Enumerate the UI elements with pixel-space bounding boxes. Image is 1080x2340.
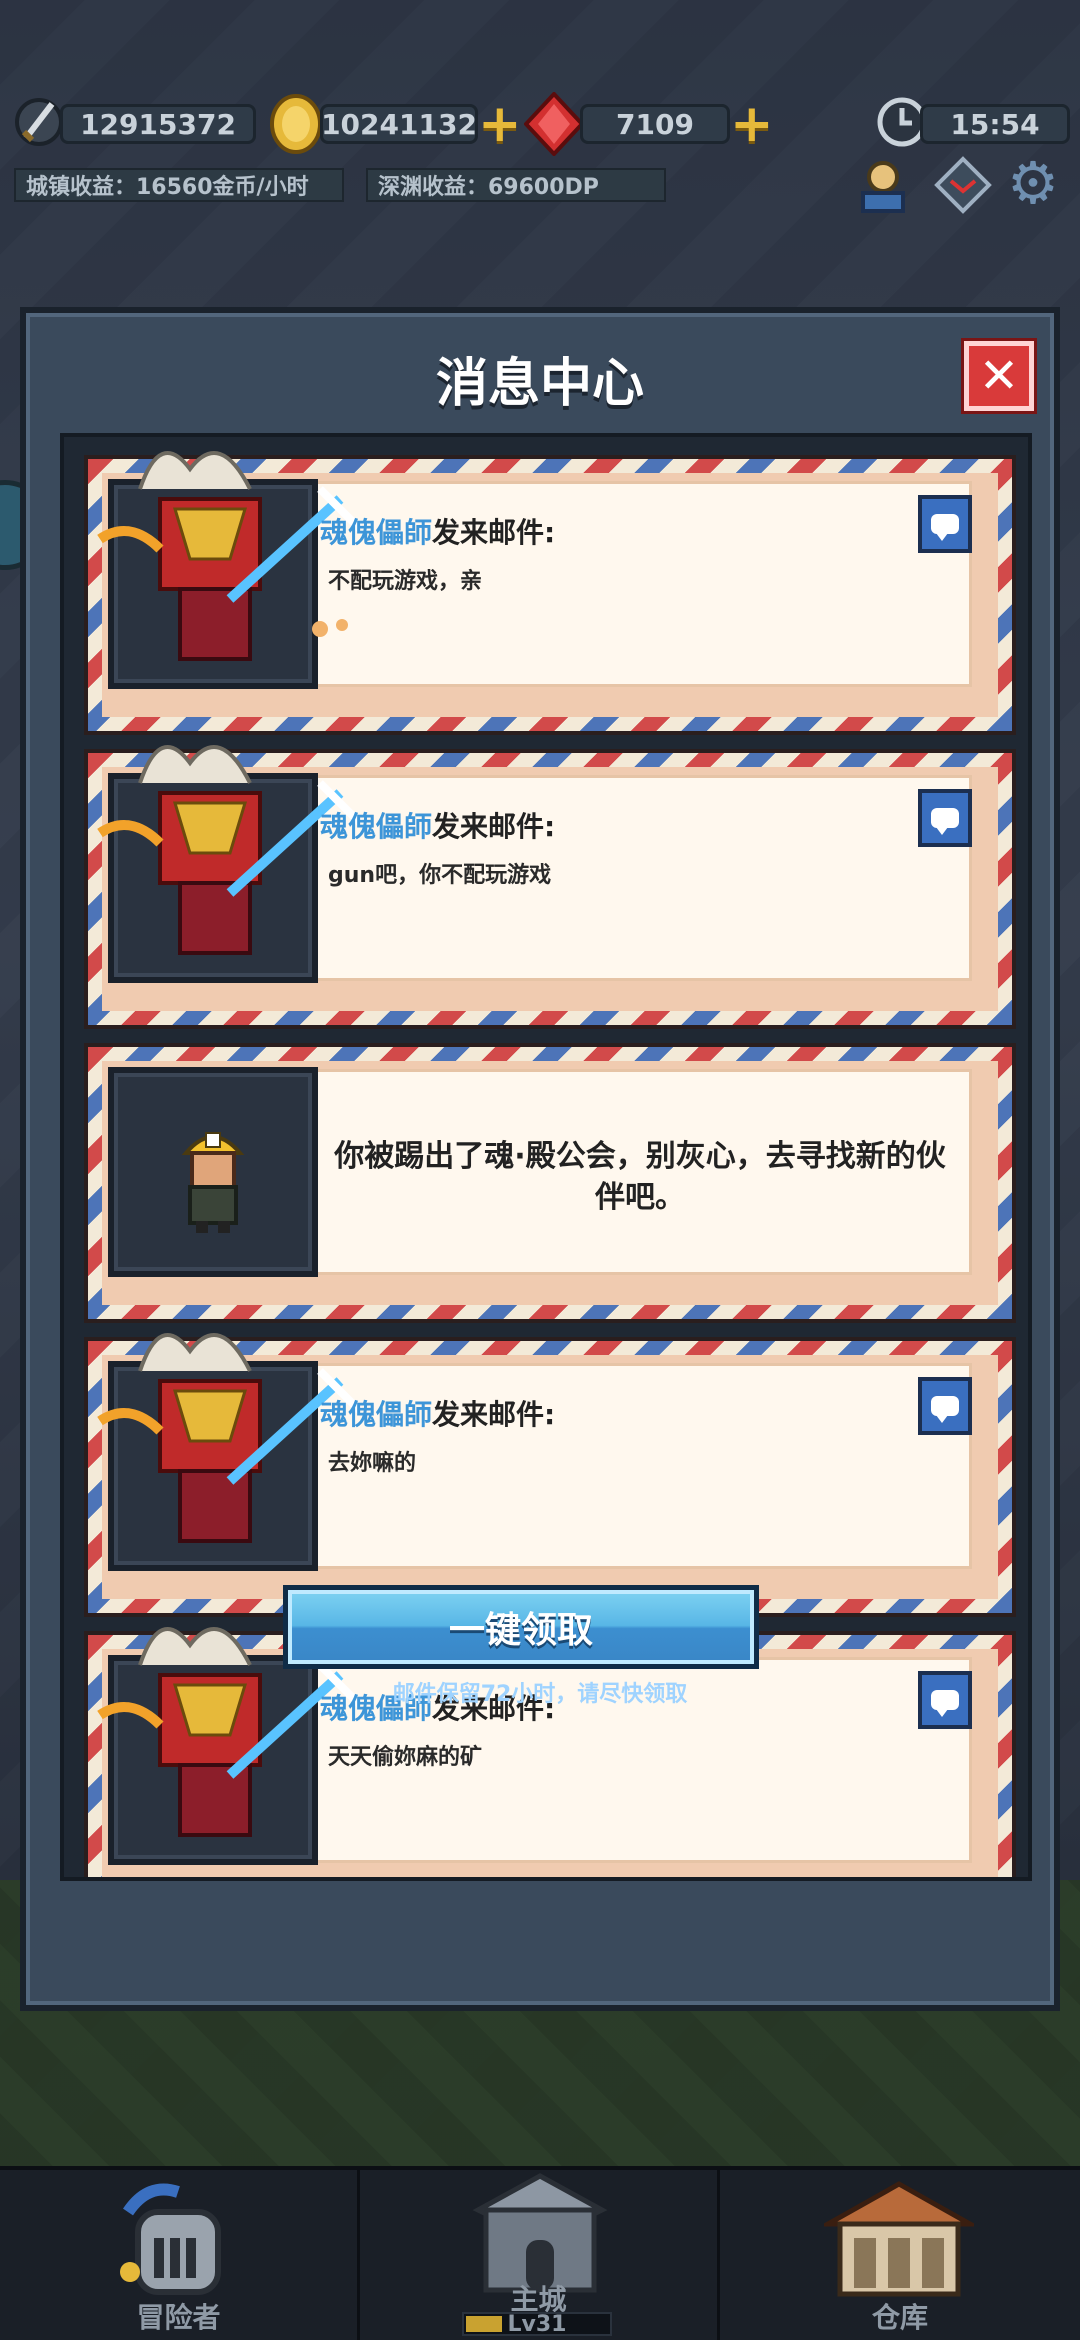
- nav-adventurer[interactable]: 冒险者: [0, 2170, 360, 2340]
- gold-coin-icon: [268, 92, 324, 156]
- sender-name: 魂傀儡師: [320, 516, 433, 549]
- sender-name: 魂傀儡師: [320, 810, 433, 843]
- mail-body: gun吧，你不配玩游戏: [328, 863, 552, 888]
- chat-bubble-icon: [931, 808, 959, 835]
- gold-counter: 10241132: [320, 104, 478, 144]
- add-gem-button[interactable]: +: [730, 98, 774, 150]
- chat-bubble-icon: [931, 514, 959, 541]
- time-display: 15:54: [920, 104, 1070, 144]
- mail-sender-line: 魂傀儡師发来邮件:: [320, 1393, 555, 1433]
- system-message: 你被踢出了魂·殿公会，别灰心，去寻找新的伙伴吧。: [334, 1139, 946, 1215]
- resource1-counter: 12915372: [60, 104, 256, 144]
- gem-icon: [524, 92, 584, 156]
- reply-chat-button[interactable]: [918, 1377, 972, 1435]
- mail-item[interactable]: 魂傀儡師发来邮件: gun吧，你不配玩游戏: [84, 745, 1016, 1029]
- mail-item-system[interactable]: 你被踢出了魂·殿公会，别灰心，去寻找新的伙伴吧。: [84, 1043, 1016, 1323]
- nav-warehouse[interactable]: 仓库: [720, 2170, 1080, 2340]
- knight-helmet-icon: [120, 2183, 221, 2295]
- city-level-badge: Lv31: [462, 2312, 612, 2337]
- claim-all-button[interactable]: 一键领取: [283, 1585, 759, 1669]
- add-gold-button[interactable]: +: [478, 98, 522, 150]
- mail-body: 天天偷妳麻的矿: [328, 1745, 483, 1770]
- modal-title: 消息中心: [435, 354, 644, 414]
- chat-bubble-icon: [931, 1396, 959, 1423]
- boss-avatar-icon: [97, 745, 363, 955]
- mail-body: 去妳嘛的: [328, 1451, 417, 1476]
- sender-suffix: 发来邮件:: [432, 1398, 556, 1431]
- message-center-modal: 消息中心 ✕ 魂傀儡師发来邮件: 不配玩游戏，亲 魂傀儡師发来邮件: gun吧，…: [20, 307, 1060, 2011]
- friends-icon[interactable]: [850, 152, 916, 218]
- nav-label: 仓库: [871, 2301, 928, 2334]
- abyss-income: 深渊收益：69600DP: [366, 168, 666, 202]
- sword-icon: [14, 92, 64, 154]
- mail-retention-note: 邮件保留72小时，请尽快领取: [392, 1682, 688, 1707]
- town-income: 城镇收益：16560金币/小时: [14, 168, 344, 202]
- sender-suffix: 发来邮件:: [432, 810, 556, 843]
- mail-item[interactable]: 魂傀儡師发来邮件: 不配玩游戏，亲: [84, 451, 1016, 735]
- warehouse-house-icon: [824, 2181, 974, 2297]
- sender-suffix: 发来邮件:: [432, 516, 556, 549]
- gem-counter: 7109: [580, 104, 730, 144]
- miner-avatar-icon: [181, 1132, 245, 1233]
- mail-body: 不配玩游戏，亲: [328, 569, 483, 594]
- settings-gear-icon[interactable]: ⚙: [1000, 150, 1066, 216]
- nav-label: 冒险者: [136, 2301, 221, 2334]
- reply-chat-button[interactable]: [918, 789, 972, 847]
- close-button[interactable]: ✕: [961, 338, 1037, 414]
- mail-item[interactable]: 魂傀儡師发来邮件: 去妳嘛的: [84, 1333, 1016, 1617]
- mail-sender-line: 魂傀儡師发来邮件:: [320, 805, 555, 845]
- mail-sender-line: 魂傀儡師发来邮件:: [320, 511, 555, 551]
- boss-avatar-icon: [97, 1333, 363, 1543]
- reply-chat-button[interactable]: [918, 495, 972, 553]
- boss-avatar-icon: [97, 451, 363, 661]
- sender-name: 魂傀儡師: [320, 1398, 433, 1431]
- mail-icon[interactable]: [930, 152, 996, 218]
